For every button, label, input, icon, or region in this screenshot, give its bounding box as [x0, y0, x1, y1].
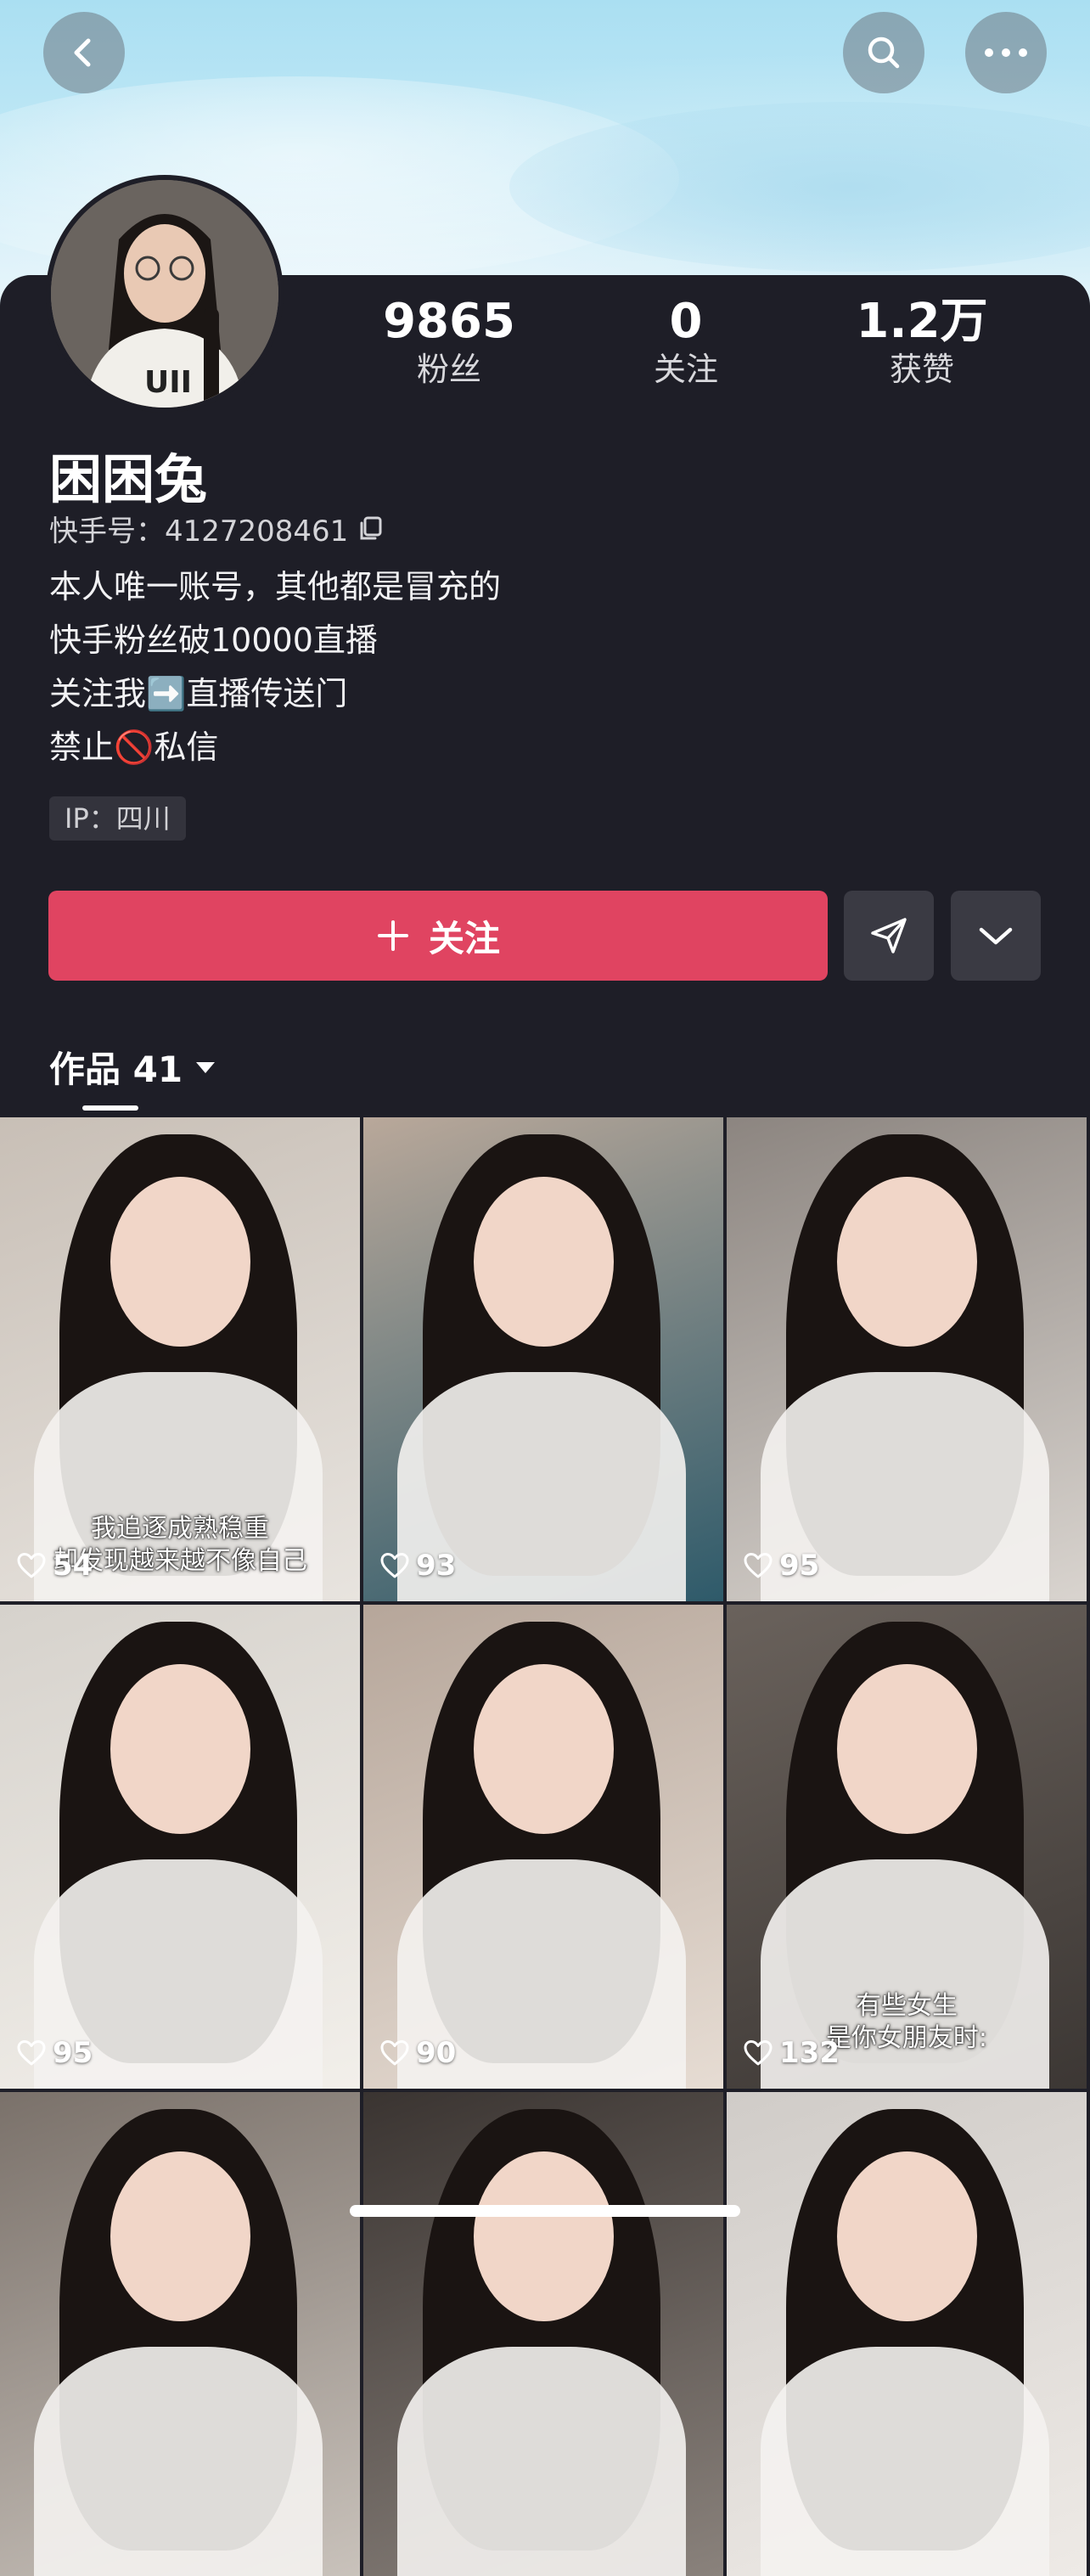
search-icon [868, 37, 900, 69]
heart-icon [17, 1553, 46, 1578]
video-thumbnail[interactable] [727, 2092, 1087, 2576]
video-like-count: 54 [17, 1549, 93, 1583]
svg-text:UII: UII [144, 365, 192, 400]
heart-icon [17, 2040, 46, 2066]
stat-following-label: 关注 [653, 351, 718, 388]
video-thumbnail[interactable] [363, 2092, 723, 2576]
bio-line: 快手粉丝破10000直播 [49, 622, 378, 659]
video-like-count: 95 [744, 1549, 819, 1583]
ip-location-badge: IP：四川 [49, 796, 186, 841]
back-button[interactable] [43, 12, 125, 93]
video-like-number: 54 [53, 1549, 93, 1583]
video-thumbnail[interactable]: 有些女生 是你女朋友时: 132 [727, 1605, 1087, 2089]
stat-following-value: 0 [669, 294, 703, 349]
stat-fans-value: 9865 [383, 294, 515, 349]
follow-label: 关注 [428, 917, 500, 959]
bio-line: 本人唯一账号，其他都是冒充的 [49, 568, 502, 605]
profile-name: 困困兔 [49, 448, 208, 510]
video-like-count: 90 [380, 2036, 456, 2070]
video-like-number: 95 [779, 1549, 820, 1583]
stat-fans-label: 粉丝 [416, 351, 481, 388]
follow-button[interactable]: 关注 [48, 891, 828, 981]
chevron-left-icon [74, 38, 91, 67]
home-indicator[interactable] [350, 2205, 740, 2217]
video-like-number: 93 [416, 1549, 457, 1583]
video-like-number: 132 [779, 2036, 840, 2070]
video-caption-line: 有些女生 [856, 1991, 958, 2021]
kuaishou-id-text: 快手号：4127208461 [49, 515, 349, 548]
stat-likes[interactable]: 1.2万 获赞 [837, 294, 1007, 389]
bio-line: 禁止🚫私信 [49, 728, 219, 766]
caret-down-icon [196, 1061, 216, 1073]
copy-icon[interactable] [357, 515, 385, 543]
tab-works[interactable]: 作品 41 [49, 1041, 216, 1093]
video-like-number: 90 [416, 2036, 457, 2070]
video-caption-line: 我追逐成熟稳重 [91, 1514, 269, 1544]
video-thumbnail[interactable]: 95 [0, 1605, 360, 2089]
video-like-count: 95 [17, 2036, 93, 2070]
heart-icon [744, 1553, 773, 1578]
heart-icon [744, 2040, 773, 2066]
avatar[interactable]: UII [46, 175, 284, 413]
send-icon [871, 918, 907, 953]
stat-following[interactable]: 0 关注 [601, 294, 771, 389]
bio-line: 关注我➡️直播传送门 [49, 675, 348, 712]
heart-icon [380, 2040, 409, 2066]
video-thumbnail[interactable]: 我追逐成熟稳重 却发现越来越不像自己 54 [0, 1117, 360, 1601]
search-button[interactable] [843, 12, 924, 93]
more-dots-icon [985, 48, 1027, 57]
video-thumbnail[interactable]: 95 [727, 1117, 1087, 1601]
expand-button[interactable] [951, 891, 1041, 981]
plus-icon [377, 920, 408, 951]
heart-icon [380, 1553, 409, 1578]
more-button[interactable] [965, 12, 1047, 93]
video-thumbnail[interactable]: 93 [363, 1117, 723, 1601]
tab-indicator [82, 1105, 138, 1111]
tab-works-label: 作品 41 [49, 1049, 183, 1090]
video-thumbnail[interactable]: 90 [363, 1605, 723, 2089]
stat-fans[interactable]: 9865 粉丝 [364, 294, 534, 389]
stat-likes-value: 1.2万 [856, 294, 988, 349]
video-like-count: 93 [380, 1549, 456, 1583]
stat-likes-label: 获赞 [889, 351, 954, 388]
kuaishou-id[interactable]: 快手号：4127208461 [49, 508, 385, 549]
chevron-down-icon [979, 927, 1013, 945]
video-like-count: 132 [744, 2036, 840, 2070]
video-thumbnail[interactable] [0, 2092, 360, 2576]
profile-bio: 本人唯一账号，其他都是冒充的 快手粉丝破10000直播 关注我➡️直播传送门 禁… [49, 560, 501, 774]
message-button[interactable] [844, 891, 934, 981]
video-like-number: 95 [53, 2036, 93, 2070]
